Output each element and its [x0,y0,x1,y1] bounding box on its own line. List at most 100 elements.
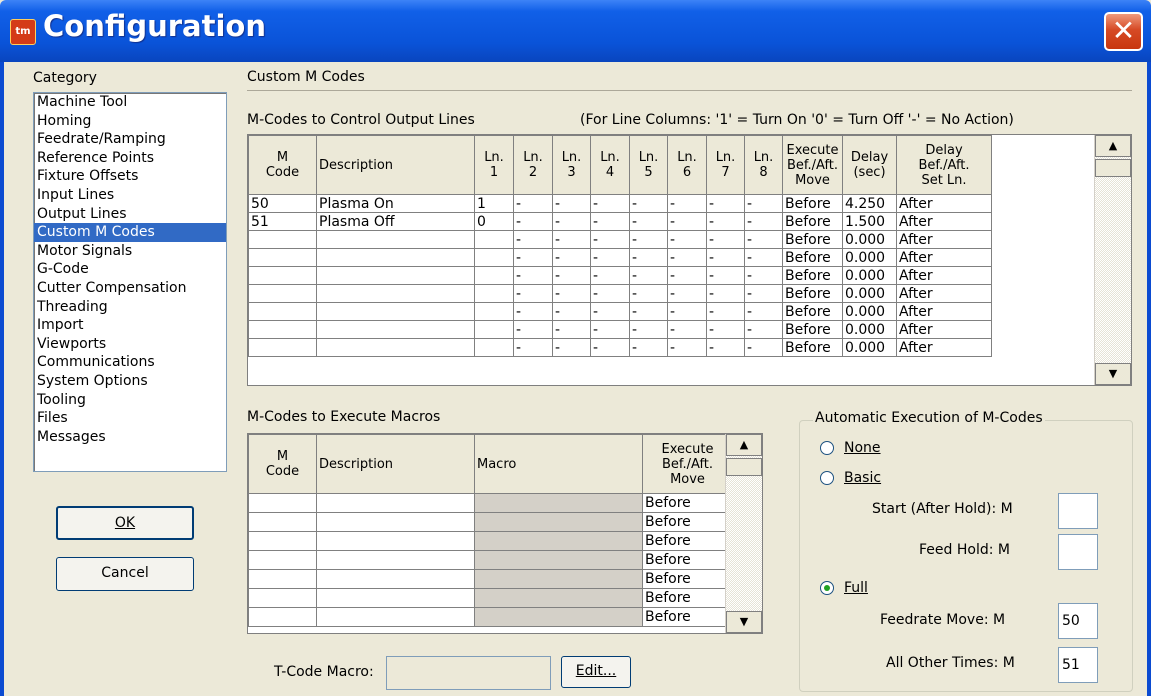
cancel-button[interactable]: Cancel [56,557,194,591]
table-row[interactable]: Before [248,588,733,608]
table-row[interactable]: - - - - - - - Before 0.000 After [248,284,992,303]
feedrate-move-field[interactable]: 50 [1058,603,1098,639]
table-cell[interactable]: - [513,212,553,231]
category-item[interactable]: Feedrate/Ramping [34,130,226,149]
table-cell[interactable]: Before [642,607,733,627]
table-cell[interactable] [474,550,643,570]
table-cell[interactable] [474,338,514,357]
table-cell[interactable]: Before [782,302,843,321]
category-item[interactable]: Fixture Offsets [34,167,226,186]
table-cell[interactable] [316,284,475,303]
table-cell[interactable] [316,493,475,513]
table-cell[interactable]: - [667,320,707,339]
category-item[interactable]: Output Lines [34,205,226,224]
table-cell[interactable]: - [706,194,745,213]
table-cell[interactable]: - [667,302,707,321]
table-cell[interactable] [248,320,317,339]
table-cell[interactable]: Before [642,531,733,551]
table-cell[interactable] [316,512,475,532]
table-cell[interactable]: Before [782,194,843,213]
table-cell[interactable] [248,284,317,303]
table-cell[interactable]: - [706,266,745,285]
table-cell[interactable]: After [896,338,992,357]
table-cell[interactable]: Plasma Off [316,212,475,231]
table-cell[interactable]: - [590,194,630,213]
table-cell[interactable]: - [590,338,630,357]
table-cell[interactable]: Before [642,512,733,532]
scroll-thumb[interactable] [1095,159,1131,177]
table-row[interactable]: Before [248,493,733,513]
table-cell[interactable]: - [667,212,707,231]
table-cell[interactable]: 0.000 [842,338,897,357]
category-list[interactable]: Machine Tool Homing Feedrate/Ramping Refere… [33,92,227,472]
table-cell[interactable]: - [629,230,668,249]
table-cell[interactable]: Before [642,493,733,513]
start-after-hold-field[interactable] [1058,493,1098,529]
table-cell[interactable]: - [667,338,707,357]
table-cell[interactable] [316,302,475,321]
table-cell[interactable]: - [744,248,783,267]
table-row[interactable]: 51 Plasma Off 0- - - - - - - Before 1.500 After [248,212,992,231]
table-cell[interactable]: - [744,338,783,357]
table-cell[interactable]: 1 [474,194,514,213]
table-cell[interactable]: - [744,212,783,231]
edit-button[interactable]: Edit... [561,656,631,688]
tcode-macro-field[interactable] [386,656,551,690]
category-item[interactable]: Reference Points [34,149,226,168]
table-cell[interactable]: 0.000 [842,284,897,303]
table-cell[interactable]: - [513,266,553,285]
table-cell[interactable]: - [629,194,668,213]
table-cell[interactable]: - [744,230,783,249]
category-item[interactable]: Cutter Compensation [34,279,226,298]
table-cell[interactable]: - [706,212,745,231]
table-cell[interactable]: 0.000 [842,230,897,249]
category-item[interactable]: G-Code [34,260,226,279]
table-cell[interactable]: After [896,248,992,267]
table-cell[interactable]: - [552,302,591,321]
table-cell[interactable] [316,607,475,627]
table-row[interactable]: Before [248,569,733,589]
scroll-up-arrow-icon[interactable]: ▲ [726,434,762,456]
table-cell[interactable] [474,569,643,589]
category-item[interactable]: Import [34,316,226,335]
table-cell[interactable] [248,550,317,570]
table-cell[interactable]: - [590,284,630,303]
category-item[interactable]: Motor Signals [34,242,226,261]
table-cell[interactable] [474,320,514,339]
radio-basic[interactable]: Basic [820,470,881,486]
table-cell[interactable]: - [667,284,707,303]
table-cell[interactable]: Before [782,212,843,231]
table-cell[interactable]: - [513,248,553,267]
category-item[interactable]: Tooling [34,391,226,410]
table-cell[interactable]: - [706,284,745,303]
feed-hold-field[interactable] [1058,534,1098,570]
category-item[interactable]: Viewports [34,335,226,354]
table-cell[interactable]: - [629,302,668,321]
table-cell[interactable] [248,493,317,513]
table-cell[interactable] [316,266,475,285]
table-cell[interactable] [248,588,317,608]
table-cell[interactable]: - [629,266,668,285]
table-cell[interactable] [474,607,643,627]
table-cell[interactable]: After [896,266,992,285]
table-cell[interactable]: - [744,266,783,285]
table-cell[interactable]: Before [642,588,733,608]
table-cell[interactable] [474,284,514,303]
macros-grid[interactable]: M Code Description Macro Execute Bef./Aft. … [247,433,763,634]
table-cell[interactable]: After [896,302,992,321]
category-item[interactable]: Messages [34,428,226,447]
table-cell[interactable] [248,266,317,285]
table-cell[interactable] [316,588,475,608]
table-cell[interactable]: - [513,302,553,321]
table-cell[interactable] [248,248,317,267]
table-cell[interactable]: - [667,230,707,249]
table-cell[interactable]: - [552,194,591,213]
table-cell[interactable]: Before [782,248,843,267]
scroll-down-arrow-icon[interactable]: ▼ [1095,363,1131,385]
table-cell[interactable]: Before [782,230,843,249]
table-cell[interactable]: - [513,338,553,357]
table-cell[interactable] [474,302,514,321]
table-cell[interactable]: - [552,284,591,303]
table-cell[interactable]: - [552,320,591,339]
table-cell[interactable] [248,512,317,532]
